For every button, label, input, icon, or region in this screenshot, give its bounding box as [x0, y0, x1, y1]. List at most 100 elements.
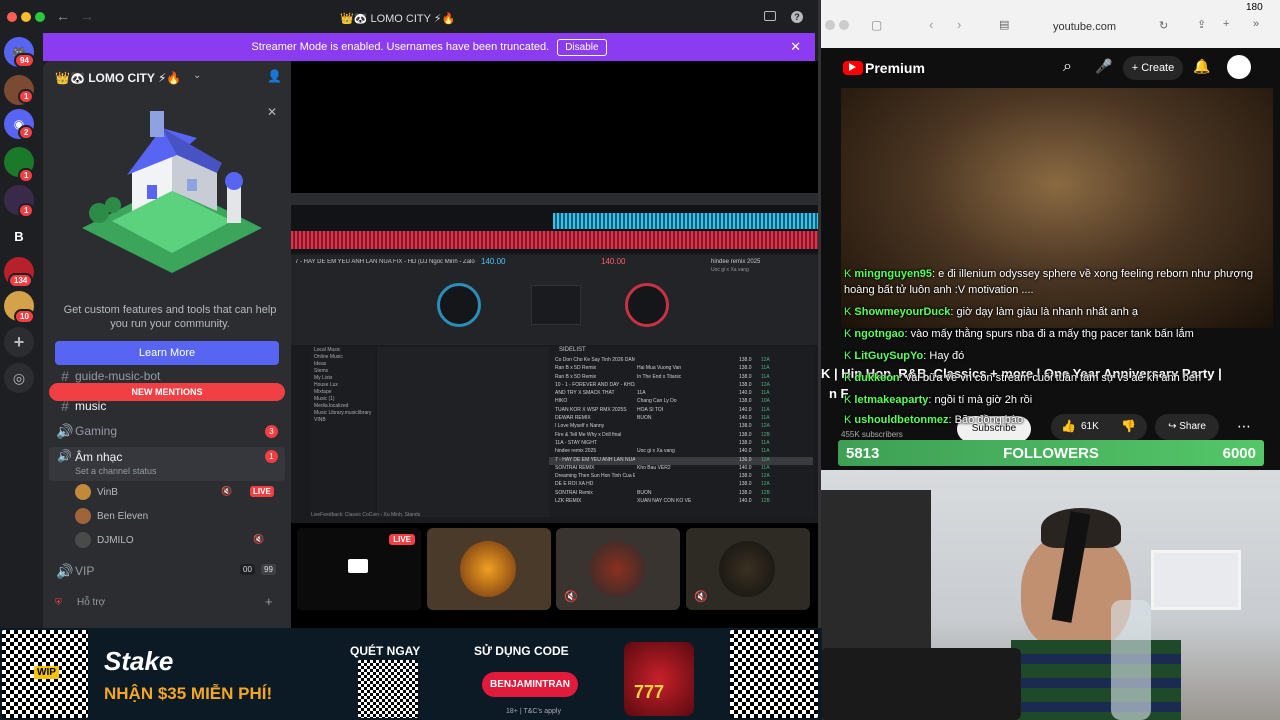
track-row[interactable]: DEWAR REMIX BUON 140.0 11A [549, 415, 813, 423]
participant-tile-2[interactable] [427, 528, 551, 610]
folder-item[interactable]: Media.localized [311, 403, 375, 410]
create-button[interactable]: + Create [1123, 56, 1183, 80]
track-key: 11A [761, 373, 770, 380]
track-row[interactable]: 11A - STAY NIGHT 138.0 11A [549, 440, 813, 448]
folder-item[interactable]: Ideas [311, 361, 375, 368]
help-icon[interactable]: ? [791, 11, 803, 23]
track-artist: HOA SI TOI [637, 406, 664, 413]
jog-wheel-b[interactable] [625, 283, 669, 327]
track-key: 11A [761, 365, 770, 372]
close-window-button[interactable] [7, 12, 17, 22]
tabs-overview-icon[interactable]: » [1253, 18, 1259, 30]
address-bar[interactable]: youtube.com [1053, 21, 1116, 33]
zoom-window-button[interactable] [35, 12, 45, 22]
sidelist-panel: SIDELIST Co Don Cho Ke Say Tinh 2026 DAM… [549, 347, 813, 517]
track-row[interactable]: I Love Myself x Nanny 138.0 12A [549, 423, 813, 431]
server-name[interactable]: 👑🐼 LOMO CITY ⚡🔥 [55, 71, 181, 85]
voice-member-ben-eleven[interactable]: Ben Eleven [75, 506, 285, 526]
close-card-icon[interactable]: ✕ [267, 105, 277, 119]
track-row[interactable]: Co Don Cho Ke Say Tinh 2026 DAM 138.0 12A [549, 357, 813, 365]
channel-music[interactable]: # music [55, 394, 285, 418]
folder-item[interactable]: House Lux [311, 382, 375, 389]
channel-status[interactable]: Set a channel status [75, 466, 157, 476]
mention-badge: 1 [18, 89, 35, 104]
forward-arrow-icon[interactable]: › [957, 17, 961, 32]
track-bpm: 138.0 [739, 381, 752, 388]
learn-more-button[interactable]: Learn More [55, 341, 279, 365]
track-row[interactable]: TUAN KOR X WSP RMX 2025S HOA SI TOI 140.0 1… [549, 407, 813, 415]
sidebar-icon[interactable]: ▢ [871, 18, 882, 32]
window-titlebar: ← → 👑🐼 LOMO CITY ⚡🔥 ? [0, 0, 818, 33]
track-artist: Hai Mua Vuong Van [637, 365, 682, 372]
minimize-window-button[interactable] [21, 12, 31, 22]
server-icon-b[interactable]: B [4, 221, 34, 251]
deck-b-artist: Uoc gi x Xa vang [711, 267, 749, 273]
track-row[interactable]: hindee remix 2025 Uoc gi x Xa vang 140.0 11… [549, 448, 813, 456]
participant-tile-3[interactable]: 🔇 [556, 528, 680, 610]
disable-streamer-button[interactable]: Disable [557, 38, 607, 56]
folder-item[interactable]: Music (1) [311, 396, 375, 403]
participant-tile-4[interactable]: 🔇 [686, 528, 810, 610]
track-bpm: 138.0 [739, 398, 752, 405]
track-row[interactable]: SONTRAI REMIX Kho Bau VER2 140.0 11A [549, 465, 813, 473]
discover-icon[interactable]: ◎ [4, 363, 34, 393]
reload-icon[interactable]: ↻ [1159, 19, 1168, 32]
folder-item[interactable]: Music Library.musiclibrary [311, 410, 375, 417]
youtube-logo-text[interactable]: Premium [865, 60, 925, 76]
mention-badge: 134 [8, 273, 34, 288]
track-row[interactable]: Fire & Tell Me Why x Drill final 138.0 12B [549, 432, 813, 440]
track-key: 12A [761, 357, 770, 363]
bell-icon[interactable]: 🔔 [1193, 58, 1210, 75]
add-member-icon[interactable]: 👤 [267, 69, 282, 83]
mic-icon[interactable]: 🎤 [1095, 58, 1112, 75]
window-control[interactable] [825, 20, 835, 30]
track-row[interactable]: SONTRAI Remix BUON 138.0 12B [549, 490, 813, 498]
chat-message: K mingnguyen95: e đi illenium odyssey sp… [844, 266, 1269, 298]
muted-icon: 🔇 [221, 486, 233, 496]
track-artist: Uoc gi x Xa vang [637, 448, 675, 455]
folder-item[interactable]: My Lists [311, 375, 375, 382]
track-row[interactable]: Dreaming Then Sun Hon Tinh Cua Em 138.0 12… [549, 473, 813, 481]
add-server-icon[interactable]: + [4, 327, 34, 357]
track-key: 11A [761, 448, 770, 455]
mention-badge: 2 [18, 125, 35, 140]
create-label: Create [1141, 62, 1175, 74]
back-arrow-icon[interactable]: ← [56, 8, 70, 24]
track-row[interactable]: AND TRY X SMACK THAT 11A 140.0 11A [549, 390, 813, 398]
close-icon[interactable]: ✕ [790, 39, 801, 55]
track-row[interactable]: LZK REMIX XUAN NAY CON KO VE 140.0 12B [549, 498, 813, 506]
tab-icon[interactable]: ▤ [999, 18, 1009, 31]
track-artist: Chang Can Ly Do [637, 398, 677, 405]
track-row[interactable]: Ran B x 5D Remix In The End x Titanic 138.… [549, 374, 813, 382]
forward-arrow-icon[interactable]: → [80, 8, 94, 24]
track-row[interactable]: 10 - 1 - FOREVER AND DAY - KHOA ADRIFT H… [549, 382, 813, 390]
avatar[interactable] [1227, 55, 1251, 79]
folder-item[interactable]: VINB [311, 417, 375, 424]
window-control[interactable] [839, 20, 849, 30]
folder-item[interactable]: Online Music [311, 354, 375, 361]
back-arrow-icon[interactable]: ‹ [929, 17, 933, 32]
category-support[interactable]: Hỗ trợ [77, 597, 105, 608]
channel-guide-music-bot[interactable]: # guide-music-bot [55, 369, 285, 383]
participant-tile-screen[interactable]: LIVE [297, 528, 421, 610]
track-row[interactable]: 7 - HAY DE EM YEU ANH LAN NUA FIX - HD 13… [549, 456, 813, 465]
track-row[interactable]: Ran B x 5D Remix Hai Mua Vuong Van 138.0 11… [549, 365, 813, 373]
mixer [531, 285, 581, 325]
track-row[interactable]: DE E ROI XA HD 138.0 12A [549, 481, 813, 489]
search-icon[interactable]: ⌕ [1063, 58, 1072, 76]
share-icon[interactable]: ⇪ [1197, 18, 1206, 31]
folder-item[interactable]: Local Music [311, 347, 375, 354]
channel-gaming[interactable]: 🔊 Gaming [55, 419, 285, 443]
inbox-icon[interactable] [764, 11, 776, 21]
add-channel-icon[interactable]: + [265, 594, 273, 609]
chevron-down-icon[interactable]: ⌄ [193, 70, 201, 81]
add-tab-icon[interactable]: + [1223, 18, 1229, 30]
folder-item[interactable]: Stems [311, 368, 375, 375]
jog-wheel-a[interactable] [437, 283, 481, 327]
channel-label: Gaming [75, 424, 118, 438]
track-bpm: 138.0 [739, 423, 752, 430]
folder-item[interactable]: Mixtape [311, 389, 375, 396]
track-row[interactable]: HIKO Chang Can Ly Do 138.0 10A [549, 398, 813, 406]
track-key: 12B [761, 498, 770, 505]
moderator-icon: K [844, 268, 855, 280]
